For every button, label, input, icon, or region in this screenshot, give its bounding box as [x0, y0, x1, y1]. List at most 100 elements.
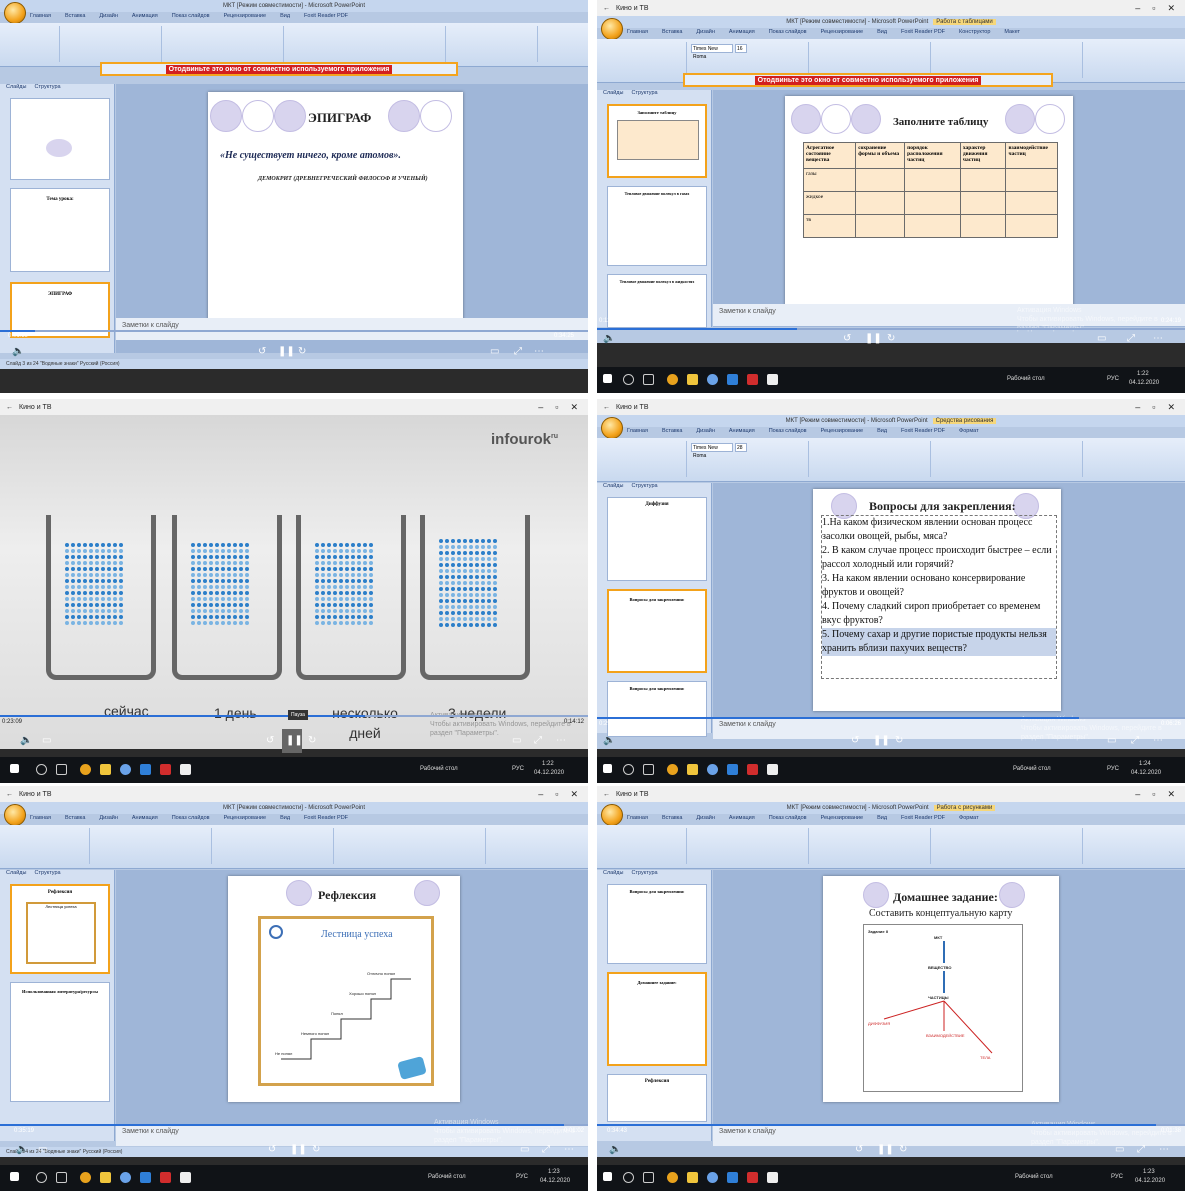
- clock-date[interactable]: 04.12.2020: [1129, 380, 1159, 386]
- pause-icon[interactable]: ❚❚: [877, 1144, 894, 1155]
- tab-view[interactable]: Вид: [280, 13, 290, 23]
- task-view-icon[interactable]: [643, 374, 654, 385]
- app-icon[interactable]: [747, 764, 758, 775]
- tab-animation[interactable]: Анимация: [729, 29, 755, 39]
- app-icon[interactable]: [120, 764, 131, 775]
- forward-icon[interactable]: ↻: [298, 346, 306, 357]
- folder-icon[interactable]: [687, 374, 698, 385]
- minimize-icon[interactable]: –: [1135, 3, 1140, 14]
- movies-icon[interactable]: [767, 1172, 778, 1183]
- table-cell[interactable]: [1005, 214, 1058, 238]
- tab-insert[interactable]: Вставка: [65, 815, 85, 825]
- chrome-icon[interactable]: [667, 764, 678, 775]
- subtitles-icon[interactable]: ▭: [42, 735, 51, 746]
- tab-slideshow[interactable]: Показ слайдов: [172, 815, 210, 825]
- movies-icon[interactable]: [767, 374, 778, 385]
- more-icon[interactable]: ⋯: [534, 346, 544, 357]
- fullscreen-icon[interactable]: ⤢: [534, 735, 542, 746]
- back-icon[interactable]: ←: [603, 404, 610, 411]
- slide-thumb-3[interactable]: Рефлексия: [607, 1074, 707, 1122]
- tab-slideshow[interactable]: Показ слайдов: [769, 815, 807, 825]
- store-icon[interactable]: [140, 1172, 151, 1183]
- slide-thumb-2[interactable]: Домашнее задание:: [607, 972, 707, 1066]
- office-button[interactable]: [601, 417, 623, 439]
- pause-icon[interactable]: ❚❚: [286, 735, 303, 746]
- table-cell[interactable]: [904, 214, 961, 238]
- miniview-icon[interactable]: ▭: [512, 735, 521, 746]
- close-icon[interactable]: ✕: [570, 789, 578, 800]
- pause-icon[interactable]: ❚❚: [290, 1144, 307, 1155]
- maximize-icon[interactable]: ▫: [1152, 3, 1155, 14]
- tab-home[interactable]: Главная: [30, 815, 51, 825]
- tab-slideshow[interactable]: Показ слайдов: [769, 29, 807, 39]
- table-cell[interactable]: [855, 168, 906, 192]
- forward-icon[interactable]: ↻: [312, 1144, 320, 1155]
- desktop-label[interactable]: Рабочий стол: [1013, 766, 1051, 772]
- maximize-icon[interactable]: ▫: [1152, 789, 1155, 800]
- table-cell[interactable]: [855, 214, 906, 238]
- forward-icon[interactable]: ↻: [308, 735, 316, 746]
- clock-date[interactable]: 04.12.2020: [540, 1178, 570, 1184]
- folder-icon[interactable]: [687, 1172, 698, 1183]
- volume-icon[interactable]: 🔈: [603, 735, 615, 746]
- language-indicator[interactable]: РУС: [1107, 376, 1119, 382]
- tab-slides[interactable]: Слайды: [603, 90, 623, 100]
- movies-icon[interactable]: [767, 764, 778, 775]
- maximize-icon[interactable]: ▫: [1152, 402, 1155, 413]
- seek-bar[interactable]: [597, 717, 1185, 719]
- table-cell[interactable]: [959, 168, 1007, 192]
- seek-bar[interactable]: [597, 1124, 1185, 1126]
- slide-thumb-1[interactable]: [10, 98, 110, 180]
- search-icon[interactable]: [623, 1172, 634, 1183]
- app-icon[interactable]: [707, 374, 718, 385]
- table-cell[interactable]: [855, 191, 906, 215]
- clock-time[interactable]: 1:23: [1143, 1169, 1155, 1175]
- windows-start-icon[interactable]: [10, 1172, 19, 1181]
- tab-slides[interactable]: Слайды: [6, 84, 26, 94]
- tab-slideshow[interactable]: Показ слайдов: [769, 428, 807, 438]
- more-icon[interactable]: ⋯: [1159, 1144, 1169, 1155]
- tab-outline[interactable]: Структура: [631, 483, 657, 493]
- forward-icon[interactable]: ↻: [899, 1144, 907, 1155]
- miniview-icon[interactable]: ▭: [490, 346, 499, 357]
- more-icon[interactable]: ⋯: [1153, 735, 1163, 746]
- office-button[interactable]: [601, 804, 623, 826]
- chrome-icon[interactable]: [80, 1172, 91, 1183]
- task-view-icon[interactable]: [643, 1172, 654, 1183]
- tab-design[interactable]: Дизайн: [99, 13, 118, 23]
- maximize-icon[interactable]: ▫: [555, 402, 558, 413]
- tab-review[interactable]: Рецензирование: [821, 29, 863, 39]
- tab-review[interactable]: Рецензирование: [821, 428, 863, 438]
- app-icon[interactable]: [120, 1172, 131, 1183]
- slide-thumb-1[interactable]: Заполните таблицу: [607, 104, 707, 178]
- forward-icon[interactable]: ↻: [887, 333, 895, 344]
- windows-start-icon[interactable]: [603, 1172, 612, 1181]
- tab-slides[interactable]: Слайды: [603, 870, 623, 880]
- table-row-label[interactable]: газы: [802, 168, 857, 192]
- tab-design[interactable]: Дизайн: [696, 815, 715, 825]
- app-icon[interactable]: [747, 374, 758, 385]
- back-icon[interactable]: ←: [603, 791, 610, 798]
- table-row-label[interactable]: жидкое: [802, 191, 857, 215]
- ladder-image[interactable]: Лестница успеха Отлично понял Хорошо пон…: [258, 916, 434, 1086]
- app-icon[interactable]: [160, 764, 171, 775]
- movies-icon[interactable]: [180, 764, 191, 775]
- seek-bar[interactable]: [0, 330, 588, 332]
- notes-area[interactable]: Заметки к слайду: [116, 318, 588, 340]
- slide-thumb-2[interactable]: Вопросы для закрепления:: [607, 589, 707, 673]
- clock-time[interactable]: 1:24: [1139, 761, 1151, 767]
- close-icon[interactable]: ✕: [570, 402, 578, 413]
- tab-foxit[interactable]: Foxit Reader PDF: [304, 13, 348, 23]
- chrome-icon[interactable]: [80, 764, 91, 775]
- tab-outline[interactable]: Структура: [631, 90, 657, 100]
- minimize-icon[interactable]: –: [1135, 402, 1140, 413]
- chrome-icon[interactable]: [667, 374, 678, 385]
- search-icon[interactable]: [623, 764, 634, 775]
- more-icon[interactable]: ⋯: [1153, 333, 1163, 344]
- movies-icon[interactable]: [180, 1172, 191, 1183]
- store-icon[interactable]: [727, 764, 738, 775]
- search-icon[interactable]: [623, 374, 634, 385]
- tab-review[interactable]: Рецензирование: [224, 815, 266, 825]
- video-frame[interactable]: infourokru сейчас 1 день несколько дней …: [0, 415, 588, 749]
- tab-home[interactable]: Главная: [627, 815, 648, 825]
